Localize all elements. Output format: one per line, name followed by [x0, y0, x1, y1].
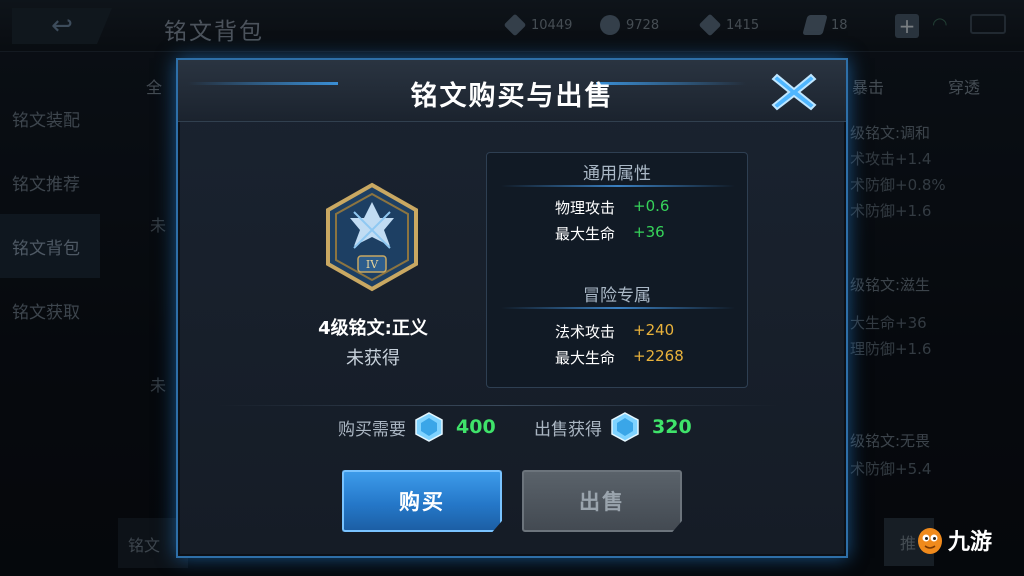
mascot-logo-icon	[918, 528, 942, 554]
dialog-title: 铭文购买与出售	[410, 81, 614, 112]
dialog-header: 铭文购买与出售	[178, 60, 846, 122]
attribute-row: 最大生命 +36	[555, 223, 665, 243]
general-attributes-title: 通用属性	[583, 164, 651, 184]
sell-price: 出售获得 320	[534, 412, 692, 442]
attribute-row: 物理攻击 +0.6	[555, 197, 670, 217]
buy-price: 购买需要 400	[338, 412, 496, 442]
attribute-row: 最大生命 +2268	[555, 347, 684, 367]
watermark: 九游	[916, 524, 992, 556]
adventure-attributes-title: 冒险专属	[583, 286, 651, 306]
price-divider	[218, 405, 778, 406]
divider	[501, 185, 735, 187]
rune-name: 4级铭文:正义	[318, 318, 428, 339]
divider	[501, 307, 735, 309]
crystal-icon	[611, 412, 639, 442]
sell-button[interactable]: 出售	[522, 470, 682, 532]
rune-trade-dialog: 铭文购买与出售 IV 4级铭文:正义 未获得 通用属性 物理攻击 +0.6 最大…	[176, 58, 848, 558]
svg-text:IV: IV	[366, 258, 379, 271]
rune-emblem-icon: IV	[326, 182, 418, 292]
close-icon	[771, 73, 817, 111]
attribute-row: 法术攻击 +240	[555, 321, 675, 341]
close-button[interactable]	[768, 66, 820, 118]
buy-button[interactable]: 购买	[342, 470, 502, 532]
attribute-panel: 通用属性 物理攻击 +0.6 最大生命 +36 冒险专属 法术攻击 +240 最…	[486, 152, 748, 388]
crystal-icon	[415, 412, 443, 442]
rune-status: 未获得	[346, 348, 400, 369]
